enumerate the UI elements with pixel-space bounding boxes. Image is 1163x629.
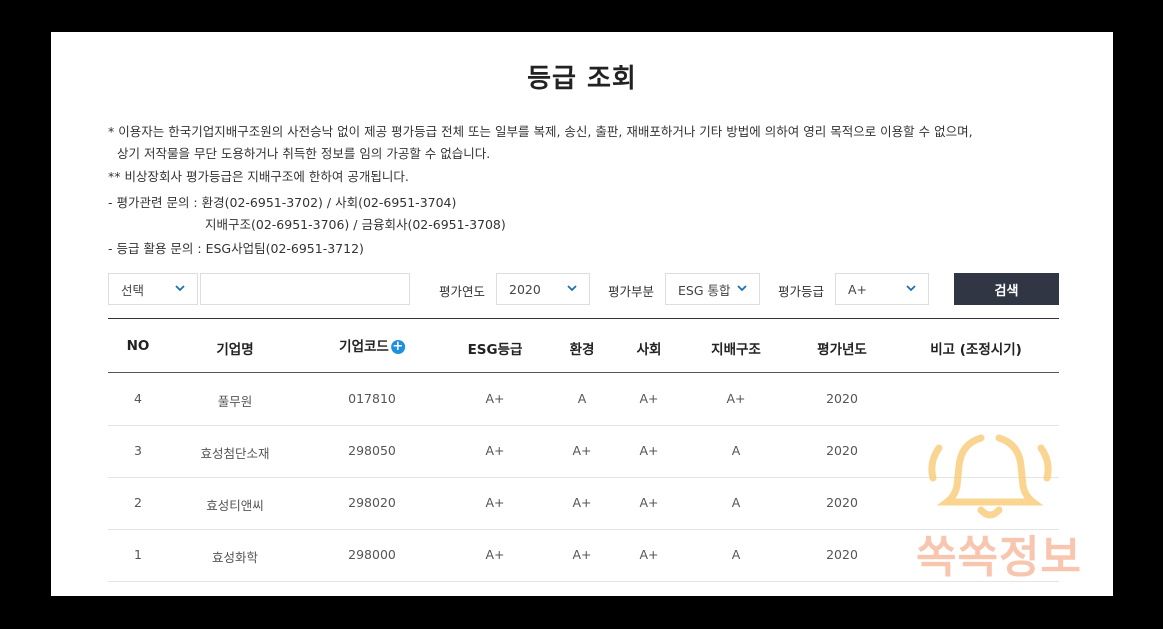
cell-esg-grade: A+ <box>485 443 505 458</box>
cell-social: A+ <box>639 443 659 458</box>
part-select-value: ESG 통합 <box>678 282 731 298</box>
cell-eval-year: 2020 <box>826 547 858 562</box>
cell-esg-grade: A+ <box>485 391 505 406</box>
cell-environment: A+ <box>572 443 592 458</box>
cell-company-code: 298050 <box>348 443 396 458</box>
table-header-rule <box>108 372 1059 373</box>
header-esg-grade: ESG등급 <box>467 342 523 358</box>
row-divider <box>108 425 1059 426</box>
header-environment: 환경 <box>569 342 595 358</box>
grade-label: 평가등급 <box>778 284 825 299</box>
cell-company-code: 017810 <box>348 391 396 406</box>
notice-copyright: * 이용자는 한국기업지배구조원의 사전승낙 없이 제공 평가등급 전체 또는 … <box>108 121 973 165</box>
grade-lookup-page: 등급 조회 * 이용자는 한국기업지배구조원의 사전승낙 없이 제공 평가등급 … <box>51 32 1113 596</box>
cell-company-code: 298000 <box>348 547 396 562</box>
cell-esg-grade: A+ <box>485 547 505 562</box>
cell-environment: A <box>577 391 587 406</box>
cell-no: 4 <box>134 391 142 406</box>
header-eval-year: 평가년도 <box>817 342 867 358</box>
header-company-code-label: 기업코드 <box>339 339 389 355</box>
cell-environment: A+ <box>572 547 592 562</box>
table-top-rule <box>108 318 1059 319</box>
watermark: 쏙쏙정보 <box>899 430 1099 583</box>
notice-unlisted: ** 비상장회사 평가등급은 지배구조에 한하여 공개됩니다. <box>108 169 409 184</box>
cell-company-name: 효성화학 <box>211 550 259 565</box>
cell-social: A+ <box>639 495 659 510</box>
page-title: 등급 조회 <box>527 64 637 94</box>
cell-eval-year: 2020 <box>826 391 858 406</box>
header-company-name: 기업명 <box>216 342 254 358</box>
part-label: 평가부분 <box>608 284 655 299</box>
header-governance: 지배구조 <box>711 342 761 358</box>
notice-line: 상기 저작물을 무단 도용하거나 취득한 정보를 임의 가공할 수 없습니다. <box>117 146 491 161</box>
cell-governance: A+ <box>726 391 746 406</box>
watermark-text: 쏙쏙정보 <box>916 532 1082 583</box>
cell-eval-year: 2020 <box>826 495 858 510</box>
grade-select-value: A+ <box>848 281 868 297</box>
notice-line: 지배구조(02-6951-3706) / 금융회사(02-6951-3708) <box>205 217 506 232</box>
chevron-down-icon <box>906 285 916 292</box>
notice-line: - 평가관련 문의 : 환경(02-6951-3702) / 사회(02-695… <box>108 195 457 210</box>
notice-line: * 이용자는 한국기업지배구조원의 사전승낙 없이 제공 평가등급 전체 또는 … <box>108 124 973 139</box>
header-company-code: 기업코드 + <box>339 335 405 355</box>
cell-environment: A+ <box>572 495 592 510</box>
cell-company-name: 풀무원 <box>217 394 253 409</box>
cell-governance: A <box>731 495 741 510</box>
cell-company-name: 효성첨단소재 <box>200 446 270 461</box>
cell-social: A+ <box>639 391 659 406</box>
chevron-down-icon <box>737 285 747 292</box>
search-button[interactable]: 검색 <box>954 273 1059 305</box>
grade-select[interactable]: A+ <box>835 273 929 305</box>
chevron-down-icon <box>567 285 577 292</box>
notice-usage-contact: - 등급 활용 문의 : ESG사업팀(02-6951-3712) <box>108 241 364 256</box>
year-label: 평가연도 <box>439 284 486 299</box>
keyword-input[interactable] <box>200 273 410 305</box>
plus-circle-icon[interactable]: + <box>390 340 405 354</box>
category-select[interactable]: 선택 <box>108 273 198 305</box>
part-select[interactable]: ESG 통합 <box>665 273 760 305</box>
year-select[interactable]: 2020 <box>496 273 590 305</box>
header-social: 사회 <box>636 342 662 358</box>
cell-esg-grade: A+ <box>485 495 505 510</box>
row-divider <box>108 477 1059 478</box>
row-divider <box>108 581 1059 582</box>
cell-no: 3 <box>134 443 142 458</box>
year-select-value: 2020 <box>509 281 541 297</box>
cell-governance: A <box>731 443 741 458</box>
cell-no: 2 <box>134 495 142 510</box>
cell-no: 1 <box>134 547 142 562</box>
cell-company-code: 298020 <box>348 495 396 510</box>
header-no: NO <box>126 338 150 354</box>
row-divider <box>108 529 1059 530</box>
cell-social: A+ <box>639 547 659 562</box>
header-note: 비고 (조정시기) <box>930 342 1022 358</box>
bell-icon <box>928 434 1052 519</box>
cell-governance: A <box>731 547 741 562</box>
chevron-down-icon <box>175 285 185 292</box>
category-select-value: 선택 <box>121 282 145 298</box>
cell-eval-year: 2020 <box>826 443 858 458</box>
cell-company-name: 효성티앤씨 <box>206 498 264 513</box>
notice-contact: - 평가관련 문의 : 환경(02-6951-3702) / 사회(02-695… <box>108 192 506 236</box>
